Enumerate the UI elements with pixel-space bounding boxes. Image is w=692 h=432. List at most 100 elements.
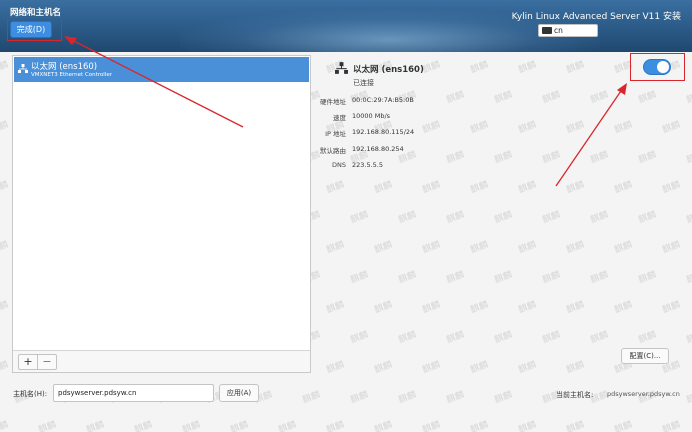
- watermark-mark: 麒麟: [445, 390, 466, 406]
- watermark-mark: 麒麟: [517, 360, 538, 376]
- watermark-mark: 麒麟: [349, 210, 370, 226]
- watermark-mark: 麒麟: [541, 90, 562, 106]
- watermark-mark: 麒麟: [325, 300, 346, 316]
- watermark-mark: 麒麟: [613, 240, 634, 256]
- current-hostname-value: pdsywserver.pdsyw.cn: [607, 390, 680, 398]
- watermark-mark: 麒麟: [421, 180, 442, 196]
- watermark-mark: 麒麟: [493, 150, 514, 166]
- default-route-label: 默认路由: [320, 147, 346, 155]
- watermark-mark: 麒麟: [541, 210, 562, 226]
- watermark-mark: 麒麟: [517, 300, 538, 316]
- watermark-mark: 麒麟: [421, 300, 442, 316]
- watermark-mark: 麒麟: [373, 360, 394, 376]
- list-item-ens160[interactable]: 以太网 (ens160) VMXNET3 Ethernet Controller: [14, 57, 309, 82]
- watermark-mark: 麒麟: [0, 60, 10, 76]
- watermark-mark: 麒麟: [421, 360, 442, 376]
- watermark-mark: 麒麟: [517, 60, 538, 76]
- watermark-mark: 麒麟: [661, 300, 682, 316]
- watermark-mark: 麒麟: [0, 300, 10, 316]
- ip-address-value: 192.168.80.115/24: [352, 128, 415, 136]
- watermark-mark: 麒麟: [589, 270, 610, 286]
- watermark-mark: 麒麟: [493, 210, 514, 226]
- hardware-address-label: 硬件地址: [320, 98, 346, 106]
- watermark-mark: 麒麟: [565, 300, 586, 316]
- watermark-mark: 麒麟: [37, 420, 58, 432]
- watermark-mark: 麒麟: [685, 330, 692, 346]
- keyboard-layout-indicator[interactable]: cn: [538, 24, 598, 37]
- watermark-mark: 麒麟: [421, 120, 442, 136]
- watermark-mark: 麒麟: [541, 330, 562, 346]
- watermark-mark: 麒麟: [469, 240, 490, 256]
- connection-list: 以太网 (ens160) VMXNET3 Ethernet Controller…: [12, 55, 311, 373]
- annotation-box-done: [7, 17, 62, 41]
- header-bar: 网络和主机名 完成(D) Kylin Linux Advanced Server…: [0, 0, 692, 52]
- installer-title: Kylin Linux Advanced Server V11 安装: [511, 12, 681, 22]
- watermark-mark: 麒麟: [565, 180, 586, 196]
- watermark-mark: 麒麟: [325, 360, 346, 376]
- watermark-mark: 麒麟: [85, 420, 106, 432]
- detail-connection-name: 以太网 (ens160): [353, 65, 424, 75]
- watermark-mark: 麒麟: [469, 180, 490, 196]
- connection-name: 以太网 (ens160): [31, 62, 98, 72]
- watermark-mark: 麒麟: [517, 120, 538, 136]
- watermark-mark: 麒麟: [589, 90, 610, 106]
- watermark-mark: 麒麟: [637, 150, 658, 166]
- watermark-mark: 麒麟: [613, 180, 634, 196]
- keyboard-icon: [542, 26, 552, 34]
- watermark-mark: 麒麟: [445, 330, 466, 346]
- watermark-mark: 麒麟: [565, 420, 586, 432]
- watermark-mark: 麒麟: [181, 420, 202, 432]
- watermark-mark: 麒麟: [613, 420, 634, 432]
- speed-label: 速度: [333, 114, 346, 122]
- watermark-mark: 麒麟: [661, 240, 682, 256]
- watermark-mark: 麒麟: [685, 390, 692, 406]
- apply-button[interactable]: 应用(A): [219, 384, 259, 402]
- configure-button[interactable]: 配置(C)...: [621, 348, 669, 364]
- connection-status: 已连接: [353, 79, 374, 87]
- hardware-address-value: 00:0C:29:7A:B5:0B: [352, 96, 414, 104]
- connection-device: VMXNET3 Ethernet Controller: [31, 72, 112, 78]
- watermark-mark: 麒麟: [565, 120, 586, 136]
- watermark-mark: 麒麟: [397, 210, 418, 226]
- dns-value: 223.5.5.5: [352, 161, 384, 169]
- watermark-mark: 麒麟: [613, 120, 634, 136]
- watermark-mark: 麒麟: [589, 210, 610, 226]
- watermark-mark: 麒麟: [0, 240, 10, 256]
- watermark-mark: 麒麟: [349, 330, 370, 346]
- add-connection-button[interactable]: +: [18, 354, 38, 370]
- watermark-mark: 麒麟: [133, 420, 154, 432]
- watermark-mark: 麒麟: [661, 180, 682, 196]
- watermark-mark: 麒麟: [469, 420, 490, 432]
- watermark-mark: 麒麟: [493, 330, 514, 346]
- watermark-mark: 麒麟: [445, 90, 466, 106]
- watermark-mark: 麒麟: [325, 240, 346, 256]
- watermark-mark: 麒麟: [469, 360, 490, 376]
- keyboard-layout-label: cn: [554, 26, 563, 35]
- watermark-mark: 麒麟: [517, 240, 538, 256]
- watermark-mark: 麒麟: [325, 180, 346, 196]
- dns-label: DNS: [332, 161, 346, 169]
- watermark-mark: 麒麟: [637, 330, 658, 346]
- watermark-mark: 麒麟: [469, 60, 490, 76]
- watermark-mark: 麒麟: [685, 150, 692, 166]
- hostname-input[interactable]: [53, 384, 214, 402]
- watermark-mark: 麒麟: [565, 60, 586, 76]
- watermark-mark: 麒麟: [493, 270, 514, 286]
- watermark-mark: 麒麟: [445, 150, 466, 166]
- watermark-mark: 麒麟: [397, 330, 418, 346]
- watermark-mark: 麒麟: [0, 360, 10, 376]
- watermark-mark: 麒麟: [325, 420, 346, 432]
- watermark-mark: 麒麟: [541, 150, 562, 166]
- watermark-mark: 麒麟: [421, 420, 442, 432]
- watermark-mark: 麒麟: [613, 300, 634, 316]
- watermark-mark: 麒麟: [349, 390, 370, 406]
- watermark-mark: 麒麟: [373, 240, 394, 256]
- watermark-mark: 麒麟: [661, 120, 682, 136]
- ip-address-label: IP 地址: [325, 130, 346, 138]
- watermark-mark: 麒麟: [445, 210, 466, 226]
- watermark-mark: 麒麟: [685, 210, 692, 226]
- current-hostname-label: 当前主机名:: [556, 391, 594, 399]
- remove-connection-button[interactable]: −: [37, 354, 57, 370]
- annotation-box-toggle: [630, 53, 685, 81]
- watermark-mark: 麒麟: [517, 420, 538, 432]
